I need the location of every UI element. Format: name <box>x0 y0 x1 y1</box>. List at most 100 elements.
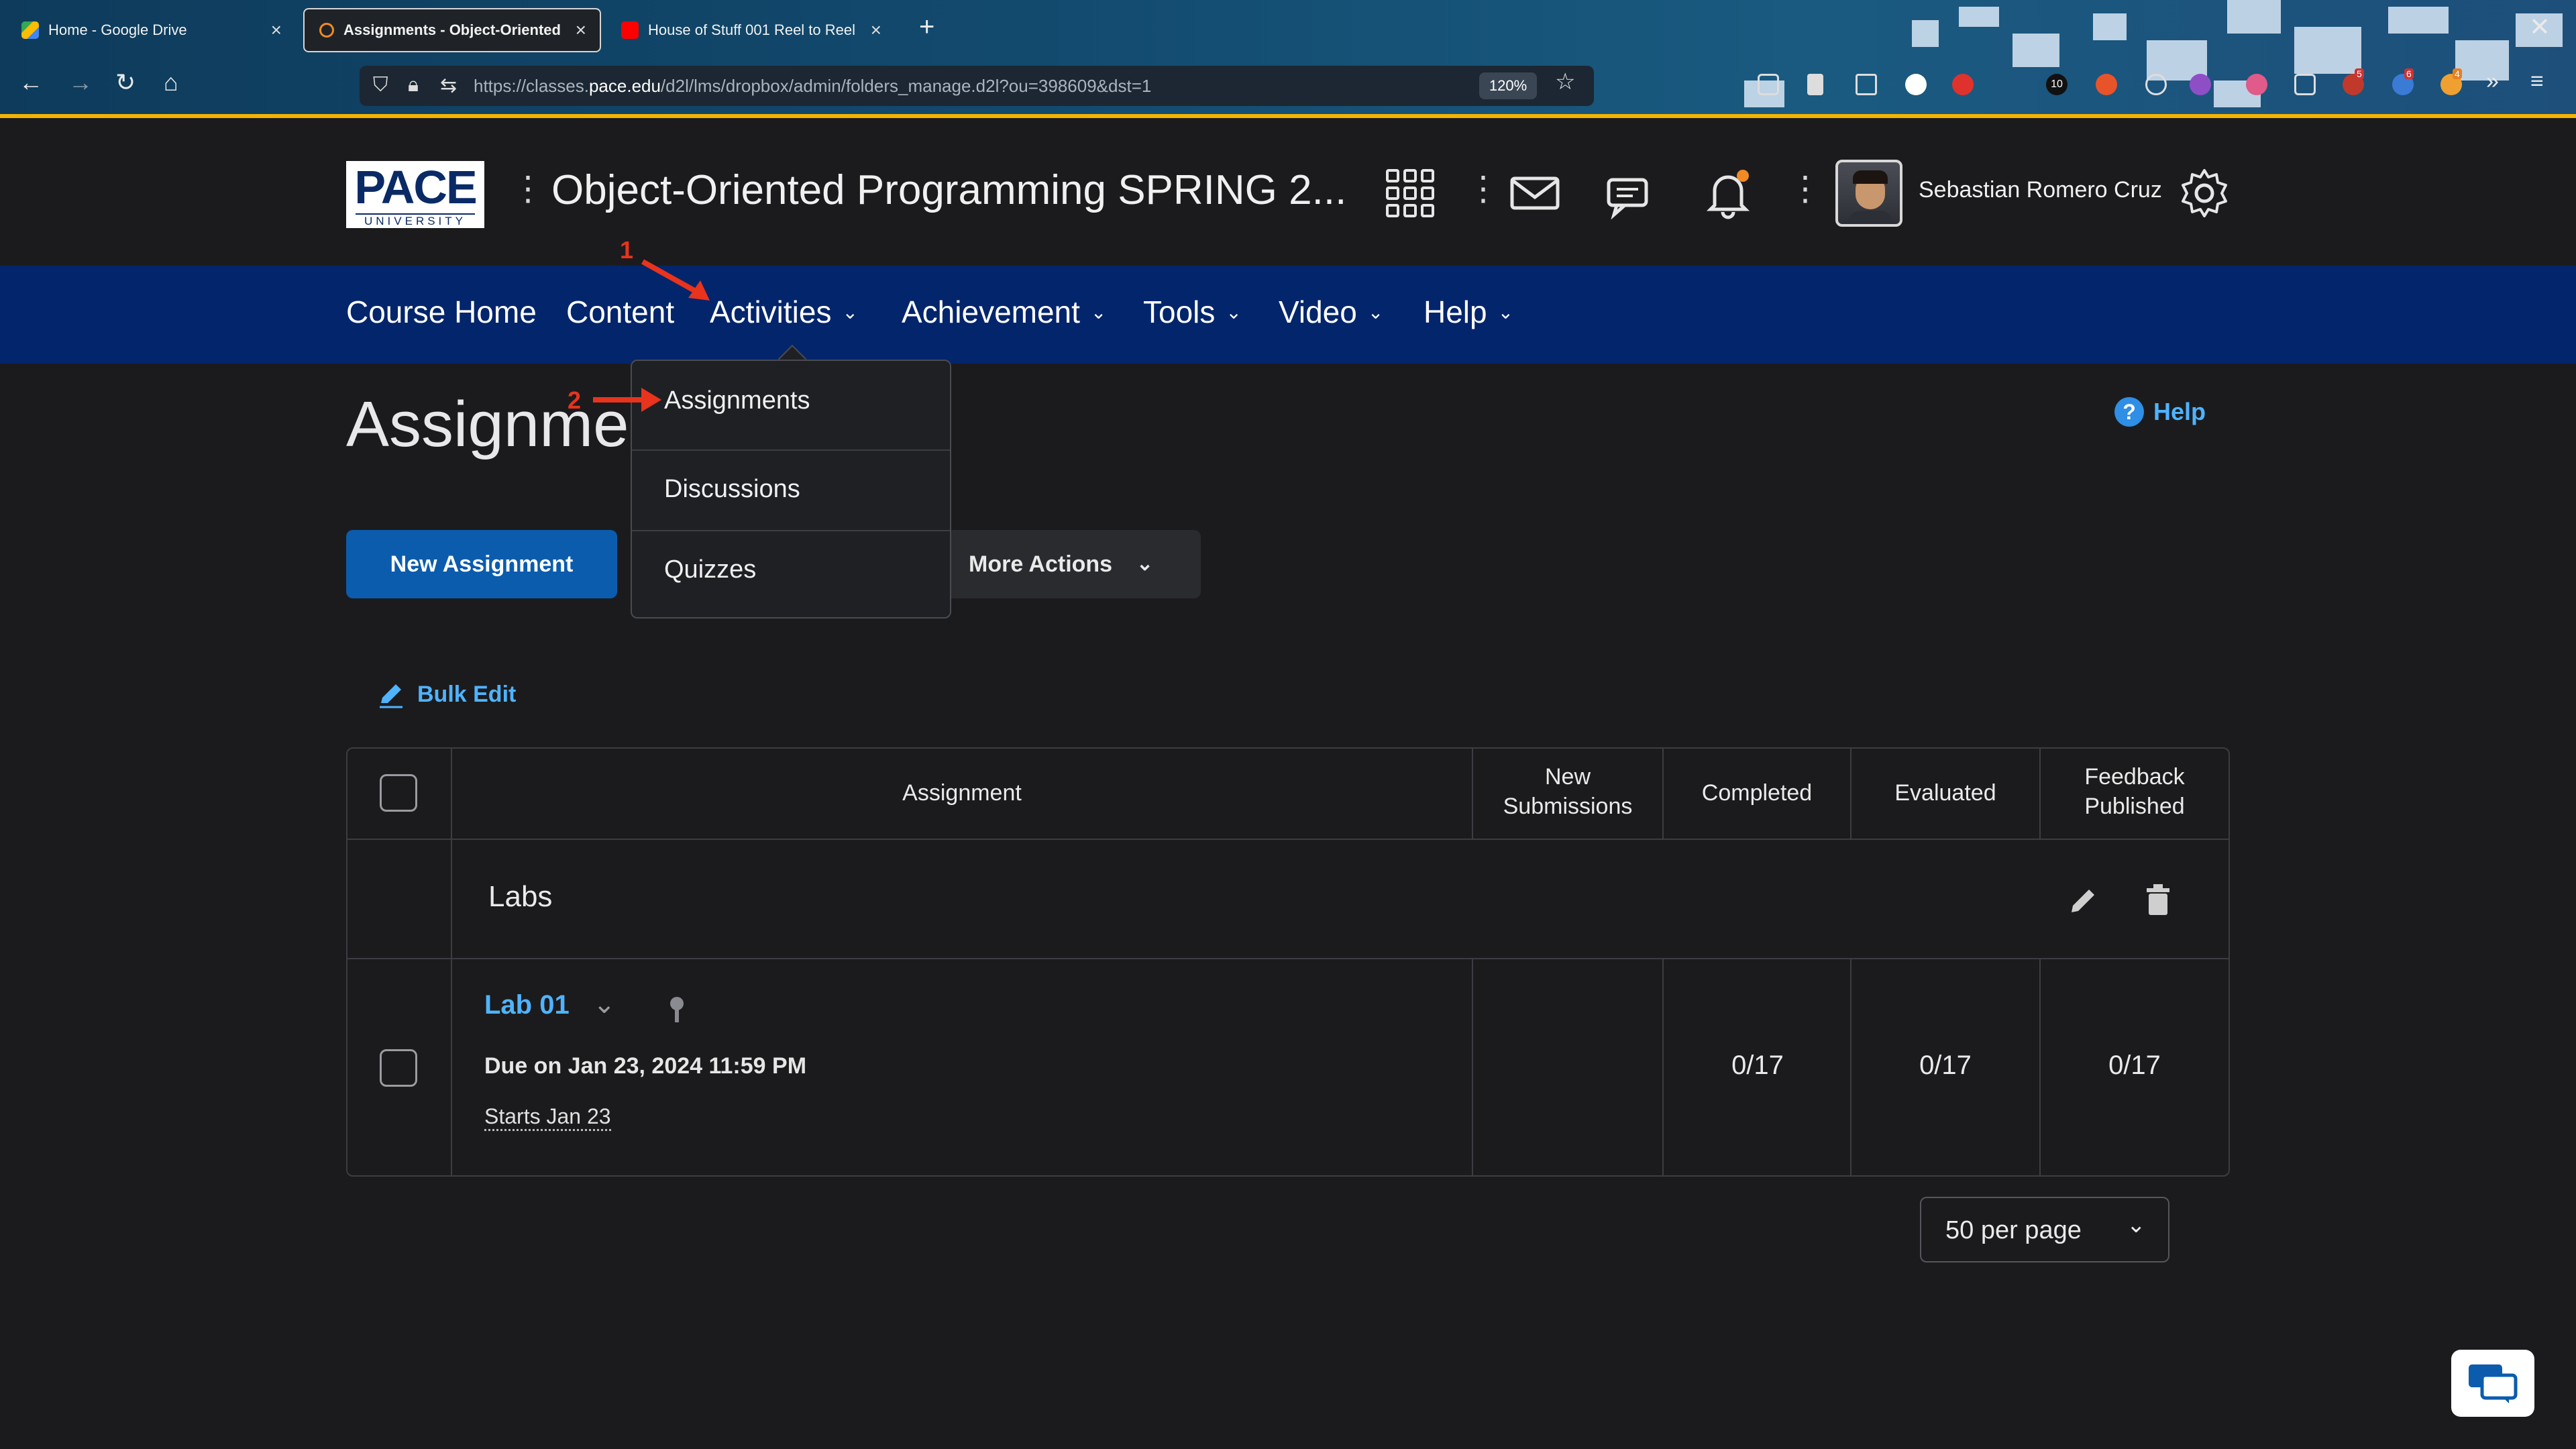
menu-item-discussions[interactable]: Discussions <box>632 449 950 529</box>
select-all-checkbox[interactable] <box>380 774 417 812</box>
annotation-number-1: 1 <box>620 236 634 264</box>
course-menu-icon[interactable]: ⋮ <box>511 169 545 208</box>
assignment-link-lab-01[interactable]: Lab 01 <box>484 990 570 1020</box>
chevron-down-icon: ⌄ <box>2127 1212 2146 1238</box>
browser-chrome: Home - Google Drive × Assignments - Obje… <box>0 0 2576 115</box>
nav-tools[interactable]: Tools ⌄ <box>1143 294 1242 330</box>
nav-course-home[interactable]: Course Home <box>346 294 537 330</box>
avatar-shirt <box>1847 211 1893 224</box>
pace-logo[interactable]: PACE UNIVERSITY <box>346 161 484 228</box>
extensions-puzzle-icon[interactable] <box>2294 74 2316 95</box>
tab-google-drive[interactable]: Home - Google Drive × <box>7 8 295 52</box>
wallpaper-pixel <box>2455 40 2509 80</box>
chevron-down-icon: ⌄ <box>1367 301 1384 323</box>
user-avatar[interactable] <box>1835 160 1902 227</box>
column-header-feedback-published: Feedback Published <box>2041 762 2229 821</box>
extension-pink-icon[interactable] <box>2246 74 2267 95</box>
url-text: https://classes.pace.edu/d2l/lms/dropbox… <box>474 76 1151 97</box>
reader-icon[interactable] <box>1856 74 1877 95</box>
bulk-edit-label: Bulk Edit <box>417 681 517 707</box>
nav-achievement[interactable]: Achievement ⌄ <box>902 294 1106 330</box>
window-close-icon[interactable]: ✕ <box>2529 12 2551 42</box>
per-page-select[interactable]: 50 per page ⌄ <box>1920 1197 2169 1263</box>
adblock-icon[interactable] <box>1952 74 1974 95</box>
separator-kebab-icon: ⋮ <box>1466 170 1500 207</box>
skype-extension-icon[interactable] <box>1905 74 1927 95</box>
url-prefix: https://classes. <box>474 75 589 96</box>
extension-purple-icon[interactable] <box>2190 74 2211 95</box>
menu-item-quizzes[interactable]: Quizzes <box>632 530 950 609</box>
zoom-level[interactable]: 120% <box>1479 72 1537 99</box>
wallpaper-pixel <box>1912 20 1939 47</box>
evaluated-count[interactable]: 0/17 <box>1851 1051 2039 1081</box>
wallpaper-pixel <box>2093 13 2127 40</box>
chat-widget-button[interactable] <box>2451 1350 2534 1417</box>
nav-activities[interactable]: Activities ⌄ <box>710 294 858 330</box>
hamburger-menu-icon[interactable]: ≡ <box>2530 68 2544 95</box>
user-name[interactable]: Sebastian Romero Cruz <box>1919 177 2162 203</box>
notifications-bell-icon[interactable] <box>1701 166 1755 220</box>
forward-icon[interactable]: → <box>68 68 93 97</box>
course-selector-grid-icon[interactable] <box>1383 166 1437 220</box>
assignment-options-chevron-icon[interactable]: ⌄ <box>593 989 616 1020</box>
extension-6-icon[interactable]: 6 <box>2392 68 2414 95</box>
bulk-edit-link[interactable]: Bulk Edit <box>376 679 516 710</box>
delete-group-trash-icon[interactable] <box>2143 883 2174 918</box>
settings-gear-icon[interactable] <box>2178 166 2231 220</box>
chat-icon[interactable] <box>1603 166 1657 220</box>
reload-icon[interactable]: ↻ <box>115 68 136 97</box>
new-tab-icon[interactable]: + <box>919 12 934 42</box>
header-line: Feedback <box>2084 764 2185 790</box>
help-link[interactable]: ? Help <box>2114 397 2206 427</box>
chevron-down-icon: ⌄ <box>842 301 858 323</box>
tab-label: Assignments - Object-Oriented <box>343 21 561 38</box>
overflow-menu-icon[interactable]: » <box>2486 68 2499 95</box>
badge-count: 10 <box>2051 78 2063 90</box>
completed-count[interactable]: 0/17 <box>1664 1051 1851 1081</box>
mail-icon[interactable] <box>1508 166 1562 220</box>
feedback-published-count[interactable]: 0/17 <box>2041 1051 2229 1081</box>
home-icon[interactable]: ⌂ <box>164 68 178 97</box>
extension-10-icon[interactable]: 10 <box>2046 74 2068 95</box>
duckduckgo-icon[interactable] <box>2096 74 2117 95</box>
close-tab-icon[interactable]: × <box>871 19 881 41</box>
start-date[interactable]: Starts Jan 23 <box>484 1104 611 1131</box>
nav-label: Course Home <box>346 294 537 329</box>
back-icon[interactable]: ← <box>19 68 43 97</box>
edit-group-pencil-icon[interactable] <box>2066 884 2100 918</box>
course-title[interactable]: Object-Oriented Programming SPRING 2... <box>551 166 1346 214</box>
url-bar[interactable]: ⛉ 🔒︎ ⇆ https://classes.pace.edu/d2l/lms/… <box>360 66 1594 106</box>
more-actions-button[interactable]: More Actions ⌄ <box>920 530 1201 598</box>
column-header-assignment: Assignment <box>902 780 1022 806</box>
separator-kebab-icon: ⋮ <box>1788 170 1822 207</box>
wallpaper-pixel <box>1959 7 1999 27</box>
new-assignment-button[interactable]: New Assignment <box>346 530 617 598</box>
header-line: Submissions <box>1503 794 1633 819</box>
nav-video[interactable]: Video ⌄ <box>1279 294 1383 330</box>
permissions-icon[interactable]: ⇆ <box>440 74 457 97</box>
nav-label: Activities <box>710 294 832 329</box>
more-actions-label: More Actions <box>969 551 1113 577</box>
chevron-down-icon: ⌄ <box>1136 553 1154 575</box>
badge-count: 5 <box>2355 68 2364 79</box>
pocket-icon[interactable] <box>1758 74 1779 95</box>
extension-5-icon[interactable]: 5 <box>2343 68 2364 95</box>
tab-youtube[interactable]: House of Stuff 001 Reel to Reel × <box>606 8 895 52</box>
close-tab-icon[interactable]: × <box>576 19 586 41</box>
library-icon[interactable] <box>1807 74 1823 95</box>
chevron-down-icon: ⌄ <box>1497 301 1514 323</box>
table-divider <box>347 958 2229 959</box>
assignments-table <box>346 747 2230 1177</box>
row-checkbox[interactable] <box>380 1049 417 1087</box>
tab-assignments[interactable]: Assignments - Object-Oriented × <box>303 8 601 52</box>
extension-4-icon[interactable]: 4 <box>2440 68 2462 95</box>
per-page-value: 50 per page <box>1945 1216 2082 1244</box>
close-tab-icon[interactable]: × <box>271 19 282 41</box>
nav-help[interactable]: Help ⌄ <box>1424 294 1513 330</box>
menu-item-assignments[interactable]: Assignments <box>632 361 950 440</box>
badge-count: 4 <box>2453 68 2462 79</box>
google-drive-icon <box>21 21 39 39</box>
nav-label: Video <box>1279 294 1357 329</box>
bookmark-star-icon[interactable]: ☆ <box>1555 68 1575 95</box>
react-devtools-icon[interactable] <box>2145 74 2167 95</box>
